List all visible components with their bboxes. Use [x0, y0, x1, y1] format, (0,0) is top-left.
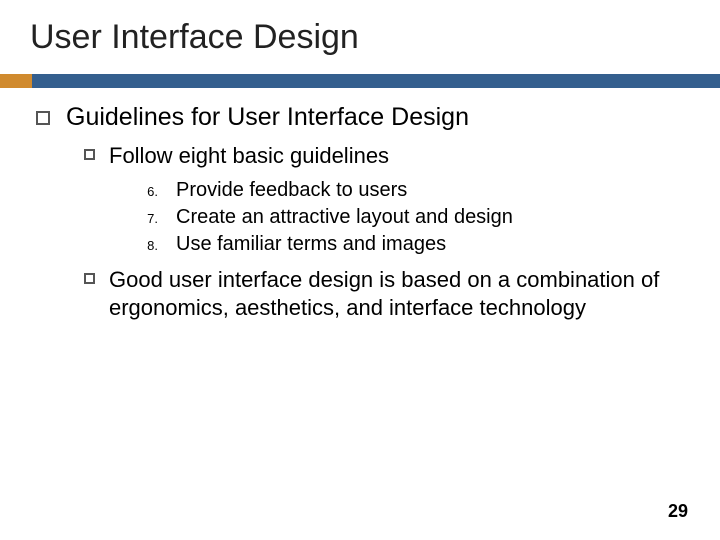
content-area: Guidelines for User Interface Design Fol… [30, 103, 690, 323]
slide: User Interface Design Guidelines for Use… [0, 0, 720, 540]
bullet-level2-second: Good user interface design is based on a… [84, 266, 690, 323]
bullet-level2-text: Good user interface design is based on a… [109, 266, 690, 323]
bullet-level1-text: Guidelines for User Interface Design [66, 103, 469, 132]
accent-bar [0, 74, 720, 88]
numbered-item: 8. Use familiar terms and images [142, 233, 690, 256]
item-text: Provide feedback to users [176, 179, 690, 202]
item-number: 7. [142, 211, 158, 229]
item-number: 8. [142, 238, 158, 256]
numbered-item: 6. Provide feedback to users [142, 179, 690, 202]
bullet-level2-first: Follow eight basic guidelines [84, 142, 690, 171]
item-text: Create an attractive layout and design [176, 206, 690, 229]
slide-title: User Interface Design [30, 18, 690, 57]
page-number: 29 [668, 501, 688, 522]
square-bullet-icon [84, 149, 95, 160]
accent-square [0, 74, 32, 88]
bullet-level2-text: Follow eight basic guidelines [109, 142, 690, 171]
square-bullet-icon [36, 111, 50, 125]
numbered-item: 7. Create an attractive layout and desig… [142, 206, 690, 229]
bullet-level1: Guidelines for User Interface Design [36, 103, 690, 132]
square-bullet-icon [84, 273, 95, 284]
item-text: Use familiar terms and images [176, 233, 690, 256]
item-number: 6. [142, 184, 158, 202]
